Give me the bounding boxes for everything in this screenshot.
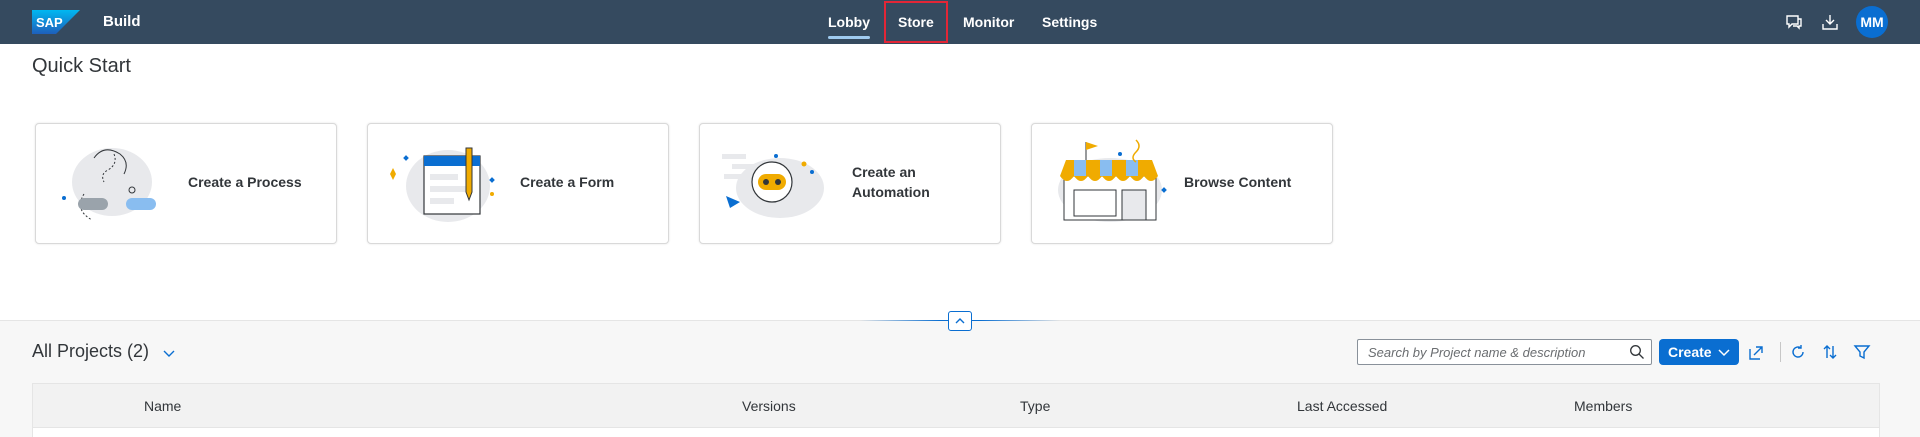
chevron-down-icon: [1718, 349, 1730, 357]
product-title: Build: [103, 13, 141, 30]
tab-store[interactable]: Store: [884, 1, 948, 43]
card-browse-content[interactable]: Browse Content: [1031, 123, 1333, 244]
projects-table-header: Name Versions Type Last Accessed Members: [32, 383, 1880, 428]
column-name[interactable]: Name: [144, 398, 181, 414]
search-input[interactable]: [1358, 340, 1618, 364]
tab-settings-label: Settings: [1042, 14, 1098, 30]
column-members[interactable]: Members: [1574, 398, 1632, 414]
projects-dropdown-button[interactable]: [160, 344, 178, 362]
tab-monitor-label: Monitor: [963, 14, 1015, 30]
automation-illustration-icon: [722, 154, 824, 218]
column-versions[interactable]: Versions: [742, 398, 796, 414]
table-row: [32, 428, 1880, 437]
card-create-automation-label: Create an Automation: [852, 162, 930, 202]
project-search: [1357, 339, 1652, 365]
refresh-icon[interactable]: [1788, 342, 1808, 362]
card-create-form-label: Create a Form: [520, 174, 615, 190]
card-create-form[interactable]: Create a Form: [367, 123, 669, 244]
avatar-initials: MM: [1860, 14, 1884, 30]
card-automation-line2: Automation: [852, 184, 930, 200]
tab-store-label: Store: [898, 14, 934, 30]
projects-title: All Projects (2): [32, 341, 150, 361]
card-create-process[interactable]: Create a Process: [35, 123, 337, 244]
chevron-down-icon: [163, 350, 175, 357]
filter-icon[interactable]: [1852, 342, 1872, 362]
card-create-automation[interactable]: Create an Automation: [699, 123, 1001, 244]
card-create-process-label: Create a Process: [188, 174, 302, 190]
column-last-accessed[interactable]: Last Accessed: [1297, 398, 1387, 414]
tab-monitor[interactable]: Monitor: [963, 0, 1014, 44]
sort-icon[interactable]: [1820, 342, 1840, 362]
column-type[interactable]: Type: [1020, 398, 1050, 414]
tab-settings[interactable]: Settings: [1042, 0, 1097, 44]
collapse-quick-start-button[interactable]: [948, 311, 972, 331]
shell-bar: SAP Build Lobby Store Monitor Settings M…: [0, 0, 1920, 44]
chevron-up-icon: [955, 318, 965, 324]
feedback-icon[interactable]: [1784, 12, 1804, 32]
user-avatar[interactable]: MM: [1856, 6, 1888, 38]
quick-start-title: Quick Start: [32, 55, 131, 77]
download-icon[interactable]: [1820, 12, 1840, 32]
form-illustration-icon: [390, 147, 495, 222]
svg-text:SAP: SAP: [36, 15, 63, 30]
process-illustration-icon: [62, 148, 156, 221]
tab-lobby-label: Lobby: [828, 14, 870, 30]
store-illustration-icon: [1058, 139, 1167, 222]
tab-lobby[interactable]: Lobby: [828, 0, 870, 44]
sap-logo[interactable]: SAP: [32, 10, 80, 34]
card-automation-line1: Create an: [852, 164, 916, 180]
import-icon[interactable]: [1746, 342, 1766, 362]
card-browse-content-label: Browse Content: [1184, 174, 1292, 190]
create-button[interactable]: Create: [1659, 339, 1739, 365]
create-button-label: Create: [1668, 344, 1712, 360]
toolbar-separator: [1780, 342, 1781, 362]
search-icon[interactable]: [1629, 344, 1645, 360]
